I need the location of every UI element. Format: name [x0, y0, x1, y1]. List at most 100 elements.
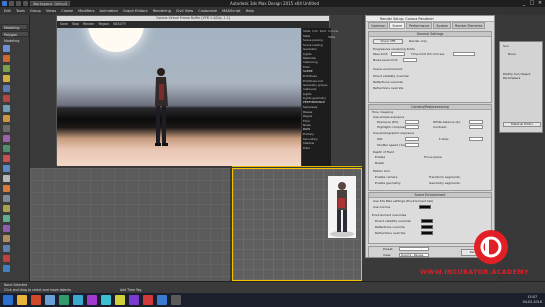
- grid-icon[interactable]: [3, 175, 10, 182]
- mirror-icon[interactable]: [3, 235, 10, 242]
- stop-icon[interactable]: [3, 255, 10, 262]
- menu-item[interactable]: Group: [30, 7, 41, 15]
- viewport-bottom-left[interactable]: [30, 168, 230, 281]
- photoshop-icon[interactable]: [73, 295, 83, 305]
- iso-field[interactable]: [405, 137, 419, 141]
- time-limit-field[interactable]: [453, 52, 475, 56]
- stats-tab[interactable]: Corona Stats: [328, 28, 338, 39]
- select-icon[interactable]: [3, 45, 10, 52]
- direct-vis-override-checkbox[interactable]: Direct visibility override: [375, 219, 411, 223]
- camera-icon[interactable]: [3, 105, 10, 112]
- workspace-dropdown[interactable]: Workspace: Default: [30, 1, 70, 6]
- app-icon[interactable]: [115, 295, 125, 305]
- render-setup-tab[interactable]: Performance: [406, 22, 433, 29]
- menu-item[interactable]: Tools: [16, 7, 25, 15]
- align-icon[interactable]: [3, 225, 10, 232]
- maximize-icon[interactable]: □: [529, 0, 535, 6]
- direct-vis-swatch[interactable]: [421, 219, 433, 223]
- vfb-tool-button[interactable]: Save: [60, 21, 68, 28]
- menu-item[interactable]: Rendering: [153, 7, 171, 15]
- vfb-tool-button[interactable]: BEAUTY: [113, 21, 126, 28]
- render-setup-tab[interactable]: Render Elements: [452, 22, 486, 29]
- close-icon[interactable]: ×: [537, 0, 543, 6]
- none-radio[interactable]: None: [508, 52, 516, 56]
- vfb-tool-button[interactable]: Render: [83, 21, 94, 28]
- vfb-tool-button[interactable]: Region: [98, 21, 109, 28]
- add-time-tag[interactable]: Add Time Tag: [120, 288, 141, 292]
- app-icon[interactable]: [45, 295, 55, 305]
- menu-item[interactable]: Customize: [198, 7, 217, 15]
- open-icon[interactable]: [16, 1, 21, 6]
- render-icon[interactable]: [3, 145, 10, 152]
- array-icon[interactable]: [3, 245, 10, 252]
- render-setup-tab[interactable]: System: [433, 22, 452, 29]
- render-setup-tab[interactable]: Common: [368, 22, 389, 29]
- material-icon[interactable]: [3, 135, 10, 142]
- refractions-swatch[interactable]: [421, 231, 433, 235]
- vfb-tool-button[interactable]: Stop: [72, 21, 79, 28]
- app-icon[interactable]: [157, 295, 167, 305]
- shutter-field[interactable]: [405, 143, 419, 147]
- app-icon[interactable]: [129, 295, 139, 305]
- noise-limit-field[interactable]: [403, 58, 417, 62]
- unlink-icon[interactable]: [3, 95, 10, 102]
- preset-dropdown[interactable]: [399, 247, 429, 251]
- snap-icon[interactable]: [3, 165, 10, 172]
- use-corona-radio[interactable]: Use Corona: [373, 205, 390, 209]
- reflections-swatch[interactable]: [421, 225, 433, 229]
- 3dsmax-icon[interactable]: [101, 295, 111, 305]
- use-simple-exposure-radio[interactable]: Use simple exposure: [373, 115, 404, 119]
- premiere-icon[interactable]: [87, 295, 97, 305]
- move-icon[interactable]: [3, 55, 10, 62]
- save-icon[interactable]: [23, 1, 28, 6]
- menu-item[interactable]: Create: [61, 7, 73, 15]
- menu-item[interactable]: Views: [46, 7, 56, 15]
- app-icon[interactable]: [171, 295, 181, 305]
- dof-enable-checkbox[interactable]: Enable: [375, 155, 385, 159]
- exposure-field[interactable]: [405, 120, 419, 124]
- menu-item[interactable]: Edit: [4, 7, 11, 15]
- menu-item[interactable]: Civil View: [176, 7, 193, 15]
- stats-tab[interactable]: Post: [320, 28, 326, 34]
- app-icon[interactable]: [143, 295, 153, 305]
- contrast-field[interactable]: [469, 125, 483, 129]
- helper-icon[interactable]: [3, 125, 10, 132]
- explorer-icon[interactable]: [17, 295, 27, 305]
- enable-geometry-checkbox[interactable]: Enable geometry: [375, 181, 401, 185]
- tab-modeling[interactable]: Modeling: [1, 24, 28, 30]
- pass-limit-field[interactable]: [391, 52, 405, 56]
- stats-tab[interactable]: Info: [312, 28, 317, 34]
- use-max-env-radio[interactable]: Use 3ds Max settings (Environment tab): [373, 199, 433, 203]
- app-logo-icon[interactable]: [2, 1, 7, 6]
- isolate-icon[interactable]: [3, 215, 10, 222]
- start-icon[interactable]: [3, 295, 13, 305]
- new-icon[interactable]: [9, 1, 14, 6]
- rotate-icon[interactable]: [3, 65, 10, 72]
- corona-env-swatch[interactable]: [419, 205, 431, 209]
- teapot-icon[interactable]: [3, 155, 10, 162]
- light-icon[interactable]: [3, 115, 10, 122]
- scale-icon[interactable]: [3, 75, 10, 82]
- link-icon[interactable]: [3, 85, 10, 92]
- f-stop-field[interactable]: [469, 137, 483, 141]
- play-icon[interactable]: [3, 265, 10, 272]
- white-balance-field[interactable]: [469, 120, 483, 124]
- show-vfb-button[interactable]: Show VFB: [373, 39, 403, 44]
- menu-item[interactable]: Graph Editors: [123, 7, 148, 15]
- menu-item[interactable]: Modifiers: [78, 7, 94, 15]
- menu-item[interactable]: MAXScript: [222, 7, 240, 15]
- tab-polygon-modeling[interactable]: Polygon Modeling: [1, 31, 29, 43]
- curve-editor-icon[interactable]: [3, 185, 10, 192]
- enable-camera-checkbox[interactable]: Enable camera: [375, 175, 398, 179]
- minimize-icon[interactable]: _: [521, 0, 527, 6]
- menu-item[interactable]: Animation: [100, 7, 118, 15]
- schematic-icon[interactable]: [3, 195, 10, 202]
- menu-item[interactable]: Help: [246, 7, 254, 15]
- use-photographic-radio[interactable]: Use photographic exposure: [373, 131, 414, 135]
- refractions-override-checkbox[interactable]: Refractions override: [375, 231, 405, 235]
- browser-icon[interactable]: [31, 295, 41, 305]
- layer-icon[interactable]: [3, 205, 10, 212]
- view-dropdown[interactable]: Quad 4 - Perspe: [399, 253, 429, 257]
- material-editor-button[interactable]: Material Editor: [503, 122, 541, 127]
- highlight-field[interactable]: [405, 125, 419, 129]
